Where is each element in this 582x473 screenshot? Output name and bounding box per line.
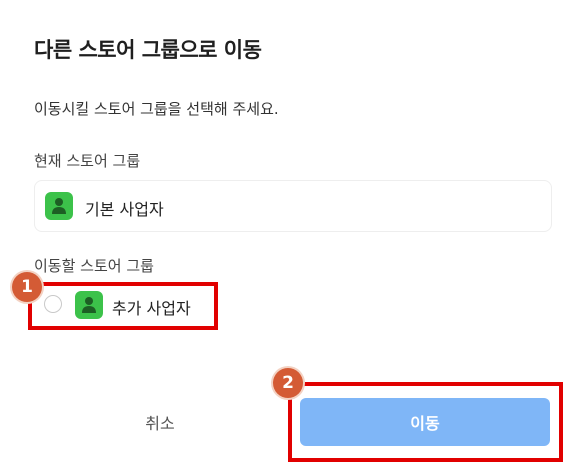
step-badge-2: 2 — [273, 368, 303, 398]
current-group-name: 기본 사업자 — [85, 200, 164, 219]
cancel-button[interactable]: 취소 — [60, 398, 260, 446]
store-user-icon — [45, 192, 73, 220]
current-group-box: 기본 사업자 — [34, 180, 552, 232]
highlight-box-1 — [28, 282, 218, 330]
highlight-box-2 — [288, 382, 563, 462]
dialog-description: 이동시킬 스토어 그룹을 선택해 주세요. — [34, 100, 279, 118]
current-group-label: 현재 스토어 그룹 — [34, 152, 141, 170]
target-group-label: 이동할 스토어 그룹 — [34, 257, 154, 275]
dialog-title: 다른 스토어 그룹으로 이동 — [34, 38, 262, 62]
step-badge-1: 1 — [12, 272, 42, 302]
